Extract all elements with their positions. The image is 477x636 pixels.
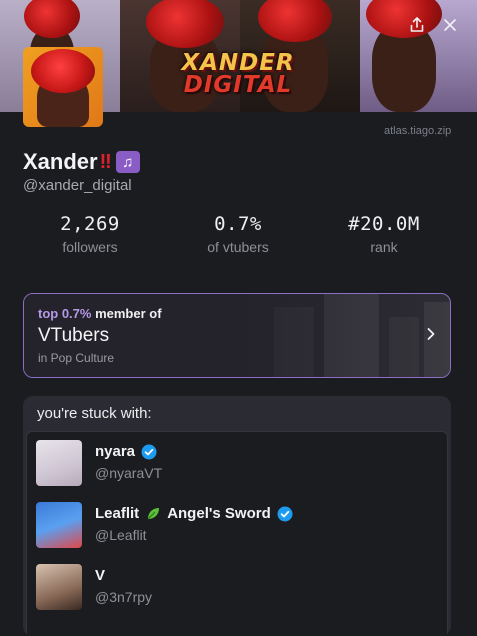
stuck-with-heading: you're stuck with:: [37, 405, 152, 422]
list-item[interactable]: nyara @nyaraVT: [36, 440, 436, 490]
stat-followers: 2,269 followers: [20, 213, 160, 255]
community-card[interactable]: top 0.7% member of VTubers in Pop Cultur…: [23, 293, 451, 378]
stuck-with-list: nyara @nyaraVT Leaflit Angel's Sword @Le…: [26, 431, 448, 636]
user-name: nyara: [95, 443, 136, 460]
user-name-part: Angel's Sword: [167, 505, 271, 522]
user-handle: @3n7rpy: [95, 589, 153, 605]
avatar: [36, 502, 82, 548]
user-name-part: Leaflit: [95, 505, 140, 522]
user-name: V: [95, 567, 106, 584]
community-subtitle: in Pop Culture: [38, 351, 115, 365]
avatar: [36, 440, 82, 486]
chevron-right-icon: [426, 327, 436, 346]
stat-label: of vtubers: [207, 239, 269, 255]
community-top-percent: top 0.7%: [38, 306, 92, 321]
community-title: VTubers: [38, 325, 110, 346]
stat-percent: 0.7% of vtubers: [168, 213, 308, 255]
close-button[interactable]: [437, 12, 463, 38]
share-icon: [410, 17, 424, 32]
close-icon: [444, 19, 456, 31]
avatar-hair: [31, 49, 95, 93]
share-button[interactable]: [404, 12, 430, 38]
stat-value: 2,269: [60, 213, 120, 235]
verified-badge-icon: [141, 444, 157, 460]
community-rank-line: top 0.7% member of: [38, 306, 162, 321]
user-name-line: V: [95, 567, 105, 584]
music-notes-emoji: ♫: [115, 151, 140, 173]
stat-value: #20.0M: [348, 213, 420, 235]
avatar: [23, 47, 103, 127]
user-name-line: nyara: [95, 443, 157, 460]
stat-label: followers: [62, 239, 118, 255]
user-handle: @Leaflit: [95, 527, 147, 543]
profile-handle: @xander_digital: [23, 177, 132, 194]
leaf-icon: [145, 506, 161, 522]
list-item[interactable]: Leaflit Angel's Sword @Leaflit: [36, 502, 436, 552]
avatar: [36, 564, 82, 610]
verified-badge-icon: [277, 506, 293, 522]
stuck-with-section: you're stuck with: nyara @nyaraVT Leafli…: [23, 396, 451, 636]
stat-label: rank: [370, 239, 398, 255]
banner-logo-line2: DIGITAL: [183, 72, 293, 98]
list-item[interactable]: V @3n7rpy: [36, 564, 436, 614]
community-top-suffix: member of: [91, 306, 162, 321]
double-exclamation-emoji: ‼: [99, 150, 112, 173]
profile-name-line: Xander ‼ ♫: [23, 148, 140, 176]
user-handle: @nyaraVT: [95, 465, 163, 481]
user-name-line: Leaflit Angel's Sword: [95, 505, 293, 522]
stat-value: 0.7%: [214, 213, 262, 235]
profile-name: Xander: [23, 149, 98, 174]
site-link[interactable]: atlas.tiago.zip: [384, 125, 451, 137]
stat-rank: #20.0M rank: [314, 213, 454, 255]
banner-logo: XANDER DIGITAL: [168, 50, 308, 98]
banner-logo-line1: XANDER: [181, 50, 295, 76]
